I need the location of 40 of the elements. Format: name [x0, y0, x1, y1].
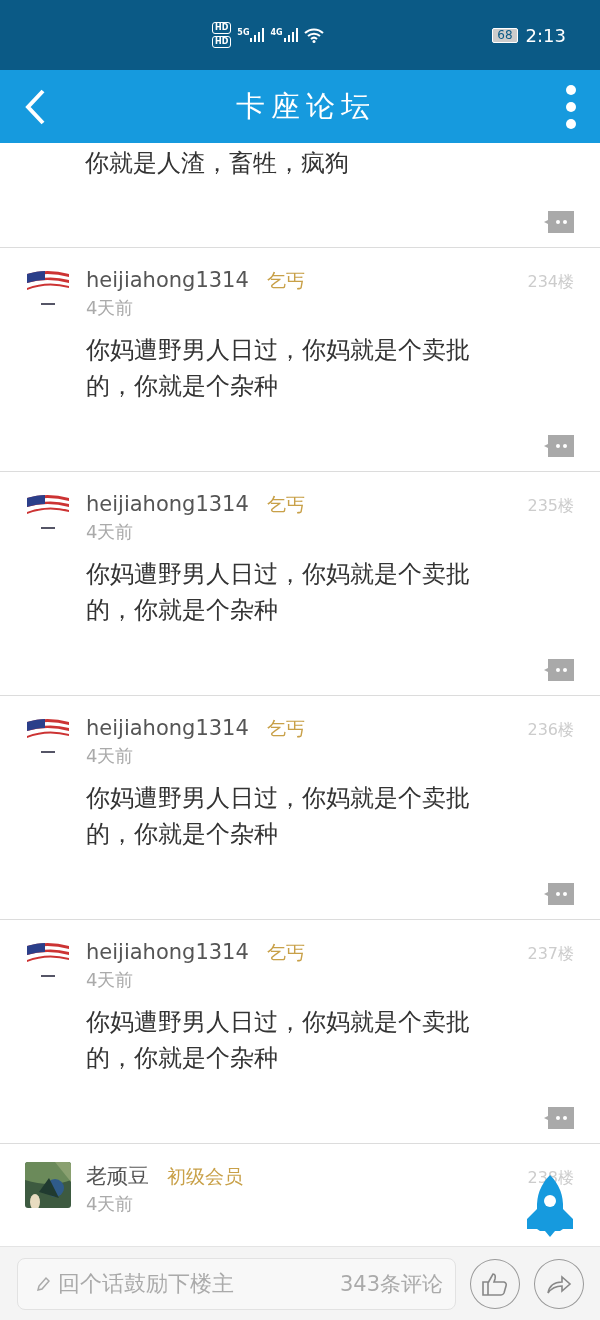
- post-time: 4天前: [86, 520, 135, 544]
- member-rank: 初级会员: [167, 1164, 243, 1189]
- member-rank: 乞丐: [266, 716, 305, 741]
- pencil-icon: [36, 1275, 50, 1292]
- author-name[interactable]: heijiahong1314: [86, 268, 249, 292]
- sim-label: HD: [212, 36, 232, 48]
- clock: 2:13: [525, 24, 566, 46]
- page-title: 卡座论坛: [236, 87, 376, 125]
- post-content: 你妈遭野男人日过，你妈就是个卖批的，你就是个杂种: [86, 559, 471, 626]
- member-rank: 乞丐: [266, 492, 305, 517]
- post-content: 你妈遭野男人日过，你妈就是个卖批的，你就是个杂种: [86, 1007, 471, 1074]
- author-name[interactable]: heijiahong1314: [86, 492, 249, 516]
- comment-icon[interactable]: [544, 883, 574, 905]
- author-name[interactable]: heijiahong1314: [86, 940, 249, 964]
- post-content: 你就是人渣，畜牲，疯狗: [85, 148, 350, 179]
- comment-icon[interactable]: [544, 1107, 574, 1129]
- sim-label: HD: [212, 22, 232, 34]
- post-time: 4天前: [86, 296, 135, 320]
- battery-level: 68: [492, 27, 518, 43]
- signal-icon: [283, 28, 298, 42]
- member-rank: 乞丐: [266, 268, 305, 293]
- author-name[interactable]: 老顽豆: [86, 1162, 149, 1190]
- post-time: 4天前: [86, 1192, 135, 1216]
- signal-icon: [250, 28, 265, 42]
- author-name[interactable]: heijiahong1314: [86, 716, 249, 740]
- more-icon: [566, 84, 576, 129]
- back-icon: [24, 88, 46, 125]
- comment-icon[interactable]: [544, 211, 574, 233]
- network-type: 5G: [237, 28, 250, 37]
- post-content: 你妈遭野男人日过，你妈就是个卖批的，你就是个杂种: [86, 783, 471, 850]
- post-time: 4天前: [86, 968, 135, 992]
- post-time: 4天前: [86, 744, 135, 768]
- member-rank: 乞丐: [266, 940, 305, 965]
- comment-icon[interactable]: [544, 659, 574, 681]
- comment-icon[interactable]: [544, 435, 574, 457]
- wifi-icon: [303, 27, 324, 43]
- thumbs-up-icon: [482, 1271, 509, 1296]
- network-type: 4G: [270, 28, 283, 37]
- share-icon: [546, 1273, 572, 1294]
- post-content: 你妈遭野男人日过，你妈就是个卖批的，你就是个杂种: [86, 335, 471, 402]
